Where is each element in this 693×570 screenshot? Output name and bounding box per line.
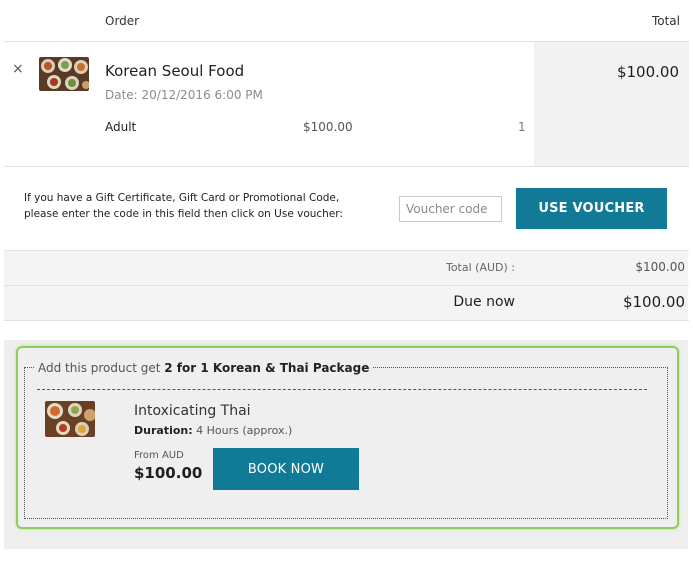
food-photo-icon xyxy=(39,57,89,91)
upsell-legend: Add this product get 2 for 1 Korean & Th… xyxy=(34,361,374,375)
dashed-divider xyxy=(37,389,647,390)
cart-item-name[interactable]: Korean Seoul Food xyxy=(105,62,244,80)
upsell-legend-prefix: Add this product get xyxy=(38,361,161,375)
cart-item-total: $100.00 xyxy=(616,63,679,81)
order-column-header: Order xyxy=(105,14,140,28)
ticket-quantity: 1 xyxy=(518,120,526,134)
book-now-button[interactable]: BOOK NOW xyxy=(213,448,359,490)
voucher-instructions-line: please enter the code in this field then… xyxy=(24,208,343,220)
from-price-label: From AUD xyxy=(134,450,184,461)
upsell-product-thumbnail xyxy=(45,401,95,437)
upsell-product-name[interactable]: Intoxicating Thai xyxy=(134,403,251,419)
due-now-label: Due now xyxy=(453,294,515,310)
divider xyxy=(4,166,689,167)
upsell-product-duration: Duration: 4 Hours (approx.) xyxy=(134,424,292,437)
item-total-column xyxy=(534,42,689,166)
upsell-product-price: $100.00 xyxy=(134,464,203,482)
cart-item-date: Date: 20/12/2016 6:00 PM xyxy=(105,88,263,102)
food-photo-icon xyxy=(45,401,95,437)
use-voucher-button[interactable]: USE VOUCHER xyxy=(516,188,667,229)
total-column-header: Total xyxy=(651,14,680,28)
duration-label: Duration: xyxy=(134,424,193,437)
due-now-value: $100.00 xyxy=(622,293,685,311)
upsell-offer-name: 2 for 1 Korean & Thai Package xyxy=(164,361,370,375)
product-thumbnail xyxy=(39,57,89,91)
duration-value: 4 Hours (approx.) xyxy=(196,424,293,437)
divider xyxy=(4,320,689,321)
divider xyxy=(4,285,689,286)
ticket-price: $100.00 xyxy=(303,120,353,134)
total-aud-value: $100.00 xyxy=(635,260,685,274)
voucher-code-input[interactable] xyxy=(399,196,502,222)
remove-item-button[interactable]: × xyxy=(12,62,24,76)
total-aud-label: Total (AUD) : xyxy=(445,261,515,274)
voucher-instructions: If you have a Gift Certificate, Gift Car… xyxy=(24,190,364,222)
voucher-instructions-line: If you have a Gift Certificate, Gift Car… xyxy=(24,192,340,204)
totals-section xyxy=(4,251,688,321)
ticket-type: Adult xyxy=(105,120,137,134)
